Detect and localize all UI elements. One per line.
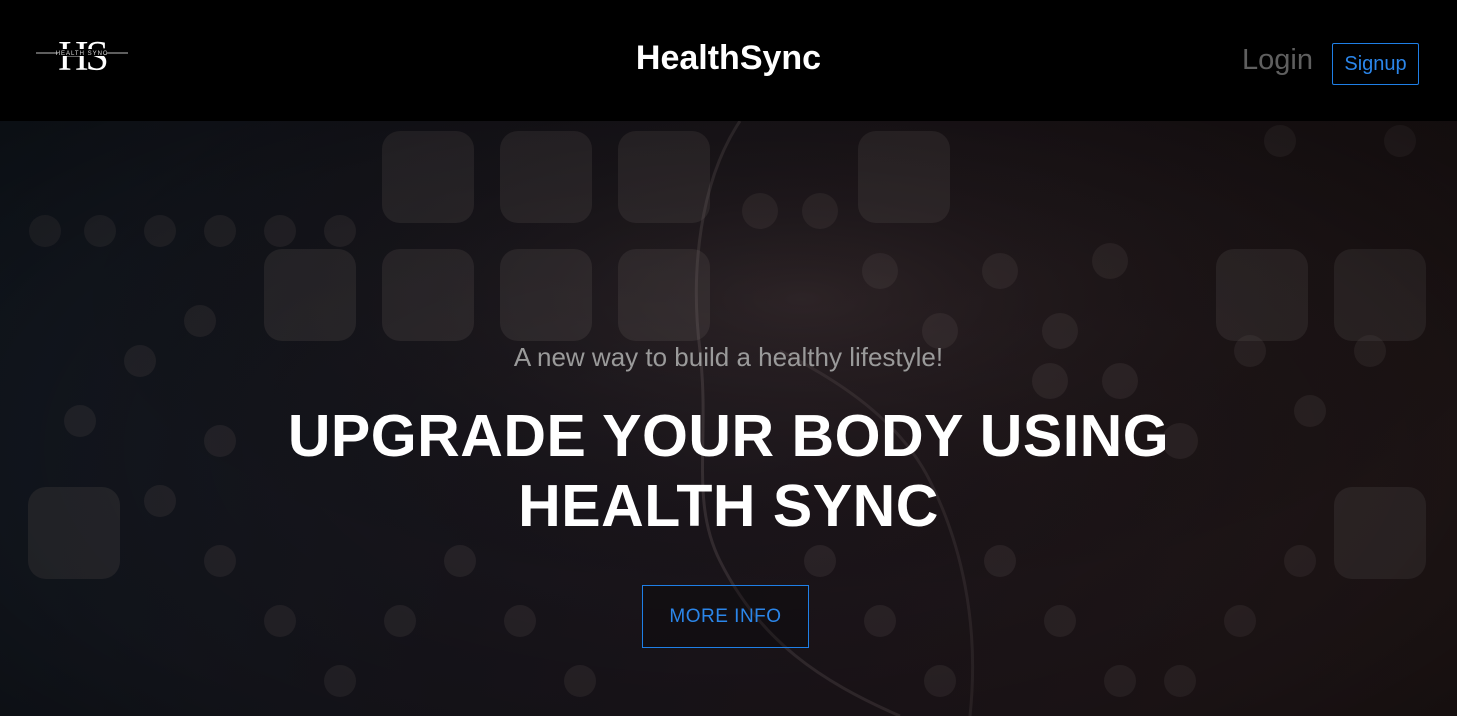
hero-tagline: A new way to build a healthy lifestyle! [513,342,944,372]
brand-title-wrapper: HealthSync [0,38,1457,78]
more-info-button[interactable]: MORE INFO [642,585,809,648]
hero-headline: UPGRADE YOUR BODY USING HEALTH SYNC [287,403,1170,539]
top-navbar: HS HEALTH SYNC HealthSync Login Signup [0,0,1457,121]
logo-subtext: HEALTH SYNC [56,51,109,57]
logo[interactable]: HS HEALTH SYNC [34,30,130,78]
logo-mark: HS HEALTH SYNC [36,34,128,78]
brand-title[interactable]: HealthSync [636,39,821,77]
signup-button[interactable]: Signup [1332,43,1419,85]
hero-section: A new way to build a healthy lifestyle! … [0,121,1457,716]
login-link[interactable]: Login [1242,42,1313,78]
